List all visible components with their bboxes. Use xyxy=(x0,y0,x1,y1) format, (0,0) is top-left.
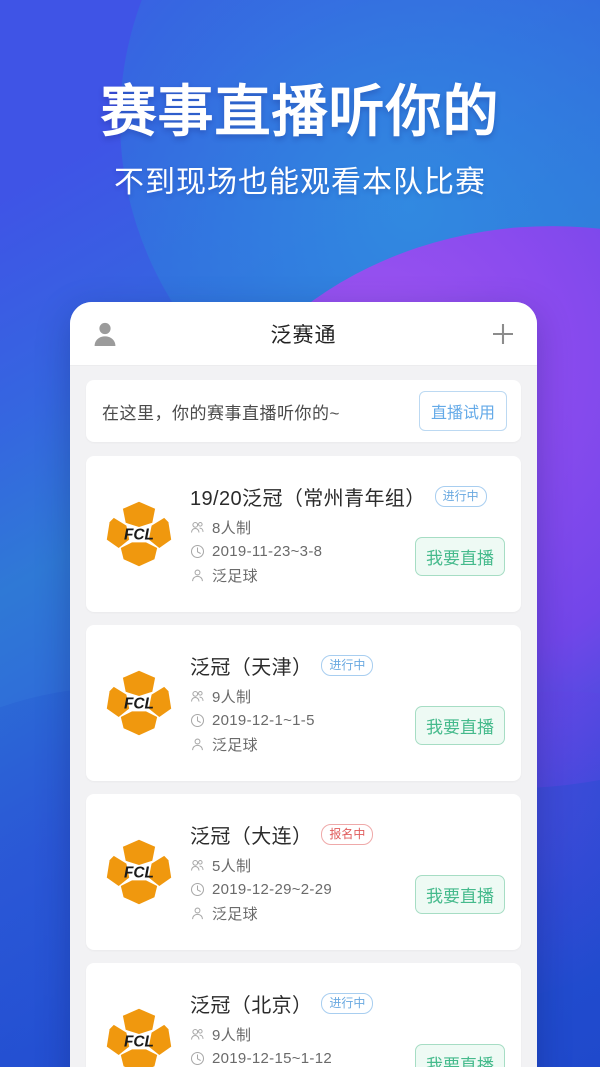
promo-copy: 赛事直播听你的 不到现场也能观看本队比赛 xyxy=(0,0,600,200)
event-format: 9人制 xyxy=(212,689,252,706)
live-trial-button[interactable]: 直播试用 xyxy=(418,391,507,431)
event-date: 2019-12-1~1-5 xyxy=(212,712,315,729)
group-icon xyxy=(190,520,205,535)
go-live-button[interactable]: 我要直播 xyxy=(415,706,505,745)
event-format: 8人制 xyxy=(212,520,252,537)
event-organizer: 泛足球 xyxy=(212,737,258,754)
status-badge: 进行中 xyxy=(321,992,374,1015)
event-format: 9人制 xyxy=(212,1027,252,1044)
go-live-button[interactable]: 我要直播 xyxy=(415,537,505,576)
person-outline-icon xyxy=(190,906,205,921)
club-logo-icon xyxy=(104,668,174,738)
club-logo-icon xyxy=(104,499,174,569)
plus-icon-glyph xyxy=(493,323,513,344)
plus-icon[interactable] xyxy=(489,320,517,348)
event-title: 泛冠（大连） xyxy=(190,826,313,848)
page-title: 泛赛通 xyxy=(270,323,337,347)
group-icon xyxy=(190,689,205,704)
event-card[interactable]: 泛冠（大连） 报名中 5人制 2019-12-29~2-29 泛足球 我要直播 xyxy=(86,794,521,950)
promo-banner: 在这里，你的赛事直播听你的~ 直播试用 xyxy=(86,380,521,442)
go-live-button[interactable]: 我要直播 xyxy=(415,1044,505,1067)
clock-icon xyxy=(190,544,205,559)
event-title-row: 19/20泛冠（常州青年组） 进行中 xyxy=(190,482,505,511)
event-card[interactable]: 泛冠（北京） 进行中 9人制 2019-12-15~1-12 泛足球 我要直播 xyxy=(86,963,521,1067)
event-title-row: 泛冠（天津） 进行中 xyxy=(190,651,505,680)
event-title-row: 泛冠（大连） 报名中 xyxy=(190,820,505,849)
promo-banner-text: 在这里，你的赛事直播听你的~ xyxy=(102,403,340,423)
promo-headline: 赛事直播听你的 xyxy=(100,80,500,143)
person-outline-icon xyxy=(190,568,205,583)
club-logo-icon xyxy=(104,1006,174,1067)
status-badge: 报名中 xyxy=(321,823,374,846)
club-logo-icon xyxy=(104,837,174,907)
event-title: 19/20泛冠（常州青年组） xyxy=(190,488,426,510)
event-date: 2019-12-29~2-29 xyxy=(212,881,333,898)
clock-icon xyxy=(190,713,205,728)
event-card[interactable]: 泛冠（天津） 进行中 9人制 2019-12-1~1-5 泛足球 我要直播 xyxy=(86,625,521,781)
event-list-scroll[interactable]: 在这里，你的赛事直播听你的~ 直播试用 19/20泛冠（常州青年组） 进行中 8… xyxy=(70,366,537,1067)
clock-icon xyxy=(190,882,205,897)
event-date: 2019-11-23~3-8 xyxy=(212,543,323,560)
event-card[interactable]: 19/20泛冠（常州青年组） 进行中 8人制 2019-11-23~3-8 泛足… xyxy=(86,456,521,612)
event-organizer: 泛足球 xyxy=(212,568,258,585)
person-outline-icon xyxy=(190,737,205,752)
event-format: 5人制 xyxy=(212,858,252,875)
promo-background: 赛事直播听你的 不到现场也能观看本队比赛 泛赛通 在这里，你的赛事直播听你的~ … xyxy=(0,0,600,1067)
group-icon xyxy=(190,858,205,873)
group-icon xyxy=(190,1027,205,1042)
event-organizer: 泛足球 xyxy=(212,906,258,923)
event-format-row: 9人制 xyxy=(190,1024,505,1045)
app-header: 泛赛通 xyxy=(70,302,537,366)
event-title: 泛冠（天津） xyxy=(190,657,313,679)
event-list: 19/20泛冠（常州青年组） 进行中 8人制 2019-11-23~3-8 泛足… xyxy=(86,456,521,1067)
person-icon-glyph xyxy=(94,322,116,346)
event-format-row: 9人制 xyxy=(190,686,505,707)
event-title-row: 泛冠（北京） 进行中 xyxy=(190,989,505,1018)
clock-icon xyxy=(190,1051,205,1066)
status-badge: 进行中 xyxy=(321,654,374,677)
event-format-row: 8人制 xyxy=(190,517,505,538)
go-live-button[interactable]: 我要直播 xyxy=(415,875,505,914)
event-date: 2019-12-15~1-12 xyxy=(212,1050,333,1067)
event-title: 泛冠（北京） xyxy=(190,995,313,1017)
person-icon[interactable] xyxy=(90,319,120,349)
promo-subheadline: 不到现场也能观看本队比赛 xyxy=(114,166,486,199)
status-badge: 进行中 xyxy=(434,485,487,508)
phone-mockup: 泛赛通 在这里，你的赛事直播听你的~ 直播试用 19/20泛冠（常州青年组） 进… xyxy=(70,302,537,1067)
event-format-row: 5人制 xyxy=(190,855,505,876)
